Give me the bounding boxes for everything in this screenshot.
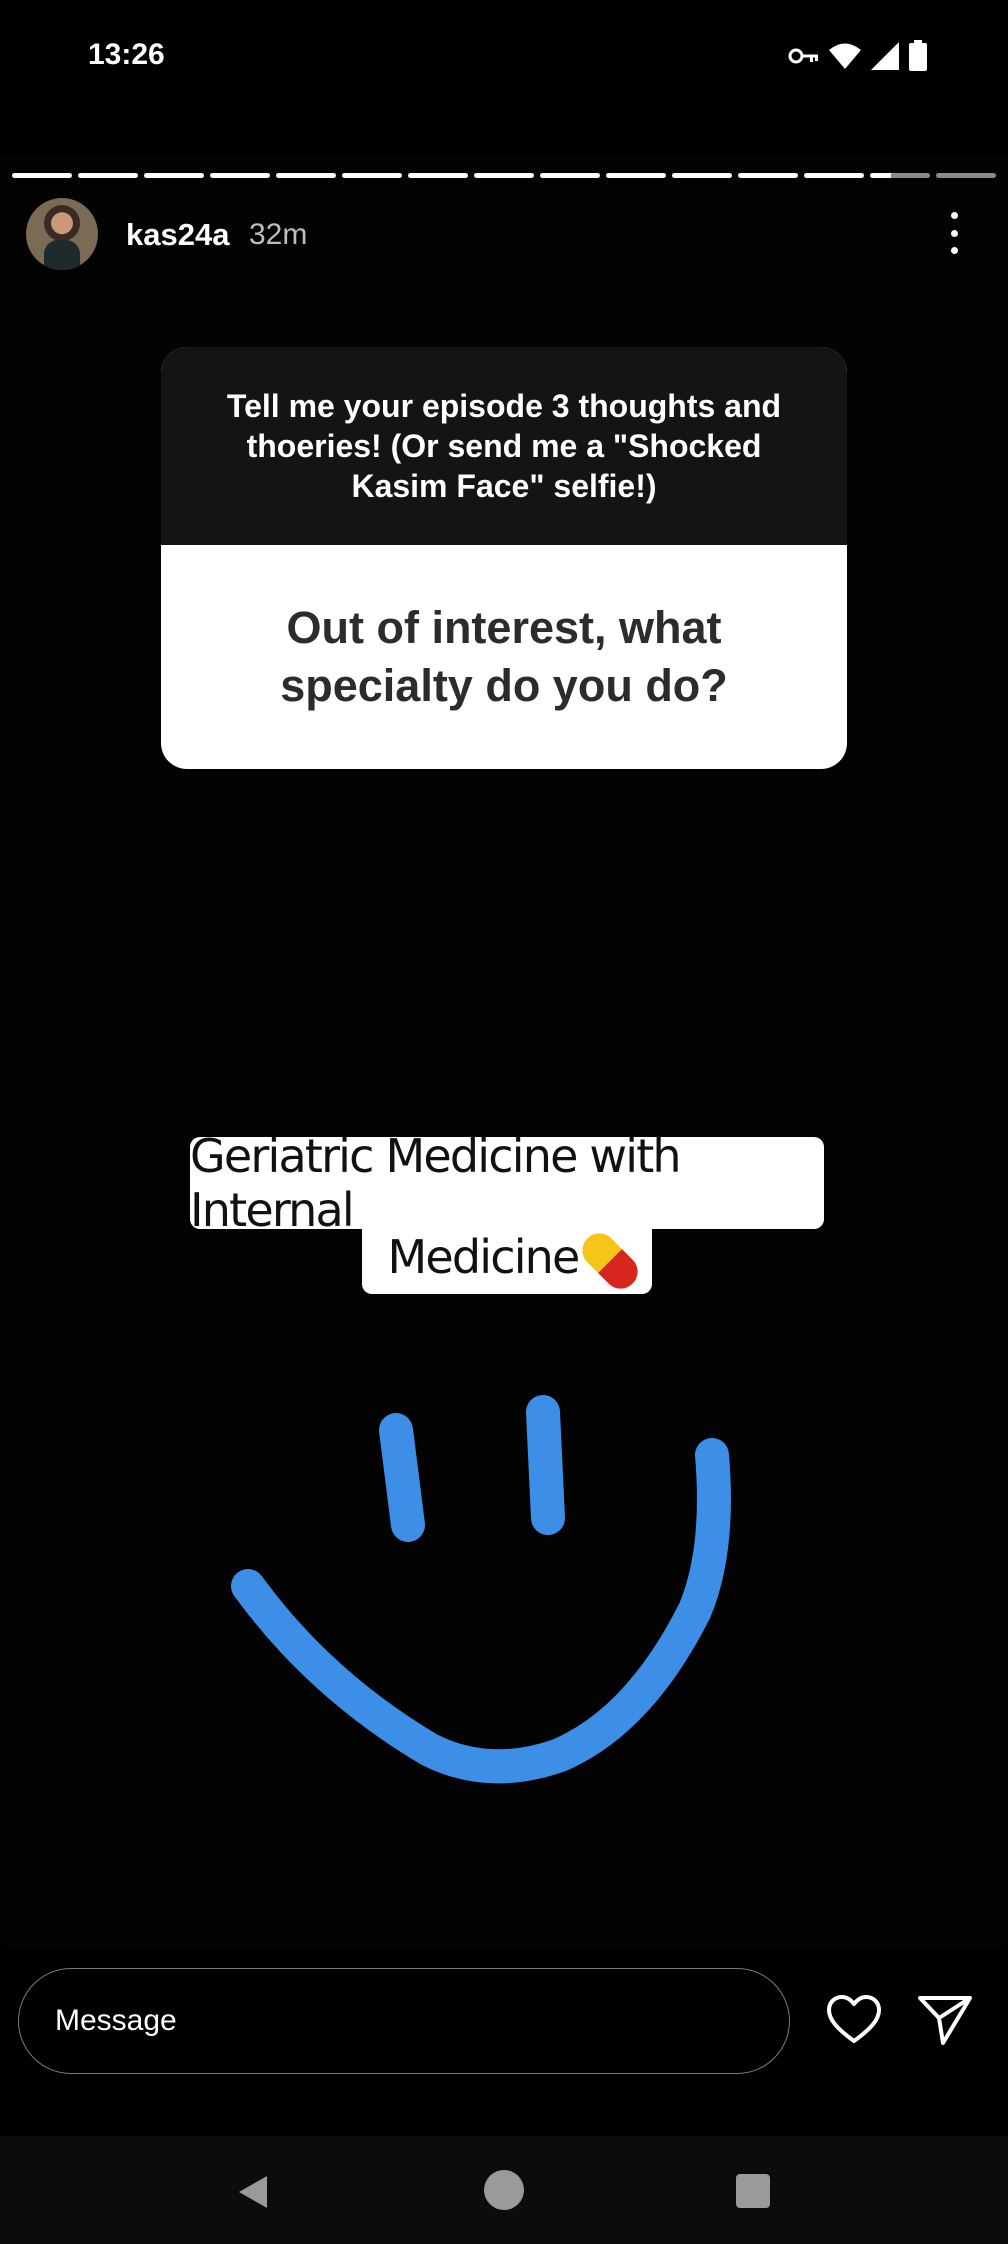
progress-segment xyxy=(342,173,402,178)
question-sticker: Tell me your episode 3 thoughts and thoe… xyxy=(161,347,847,769)
smiley-drawing xyxy=(231,1395,731,1784)
avatar-figure xyxy=(44,240,80,270)
smiley-right-eye xyxy=(526,1395,565,1535)
progress-segment xyxy=(672,173,732,178)
back-icon[interactable] xyxy=(233,2172,273,2212)
question-sticker-question: Out of interest, what specialty do you d… xyxy=(280,602,728,711)
status-icons xyxy=(788,40,928,72)
story-progress-bar xyxy=(12,173,996,178)
message-input[interactable] xyxy=(18,1968,790,2074)
smiley-left-eye xyxy=(379,1413,425,1542)
progress-segment-current xyxy=(870,173,930,178)
progress-segment xyxy=(804,173,864,178)
progress-segment xyxy=(78,173,138,178)
like-heart-icon[interactable] xyxy=(826,1994,882,2046)
send-direct-icon[interactable] xyxy=(917,1994,973,2046)
dot xyxy=(950,247,958,254)
status-bar: 13:26 xyxy=(0,0,1008,115)
pill-icon xyxy=(574,1226,645,1296)
progress-segment xyxy=(606,173,666,178)
progress-segment xyxy=(540,173,600,178)
wifi-icon xyxy=(829,43,861,69)
more-options-icon[interactable] xyxy=(938,212,970,254)
answer-text-line2-box: Medicine xyxy=(362,1220,652,1296)
battery-icon xyxy=(909,40,927,71)
key-icon xyxy=(788,48,818,64)
question-sticker-prompt: Tell me your episode 3 thoughts and thoe… xyxy=(226,388,782,504)
progress-segment xyxy=(210,173,270,178)
story-time-ago: 32m xyxy=(249,218,308,251)
answer-text-line1: Geriatric Medicine with Internal xyxy=(190,1129,824,1237)
question-sticker-question-area: Out of interest, what specialty do you d… xyxy=(161,545,847,769)
avatar[interactable] xyxy=(26,198,98,270)
progress-segment xyxy=(144,173,204,178)
progress-segment xyxy=(738,173,798,178)
answer-text-line2: Medicine xyxy=(387,1230,580,1284)
progress-segment xyxy=(408,173,468,178)
signal-icon xyxy=(871,42,899,70)
smiley-mouth xyxy=(231,1438,731,1784)
dot xyxy=(950,229,958,237)
status-time: 13:26 xyxy=(88,38,165,71)
progress-segment xyxy=(936,173,996,178)
dot xyxy=(950,212,958,219)
progress-segment xyxy=(12,173,72,178)
username[interactable]: kas24a xyxy=(126,217,229,253)
recent-apps-icon[interactable] xyxy=(736,2174,770,2208)
home-icon[interactable] xyxy=(484,2170,524,2210)
progress-segment xyxy=(474,173,534,178)
question-sticker-prompt-area: Tell me your episode 3 thoughts and thoe… xyxy=(161,347,847,545)
progress-segment xyxy=(276,173,336,178)
